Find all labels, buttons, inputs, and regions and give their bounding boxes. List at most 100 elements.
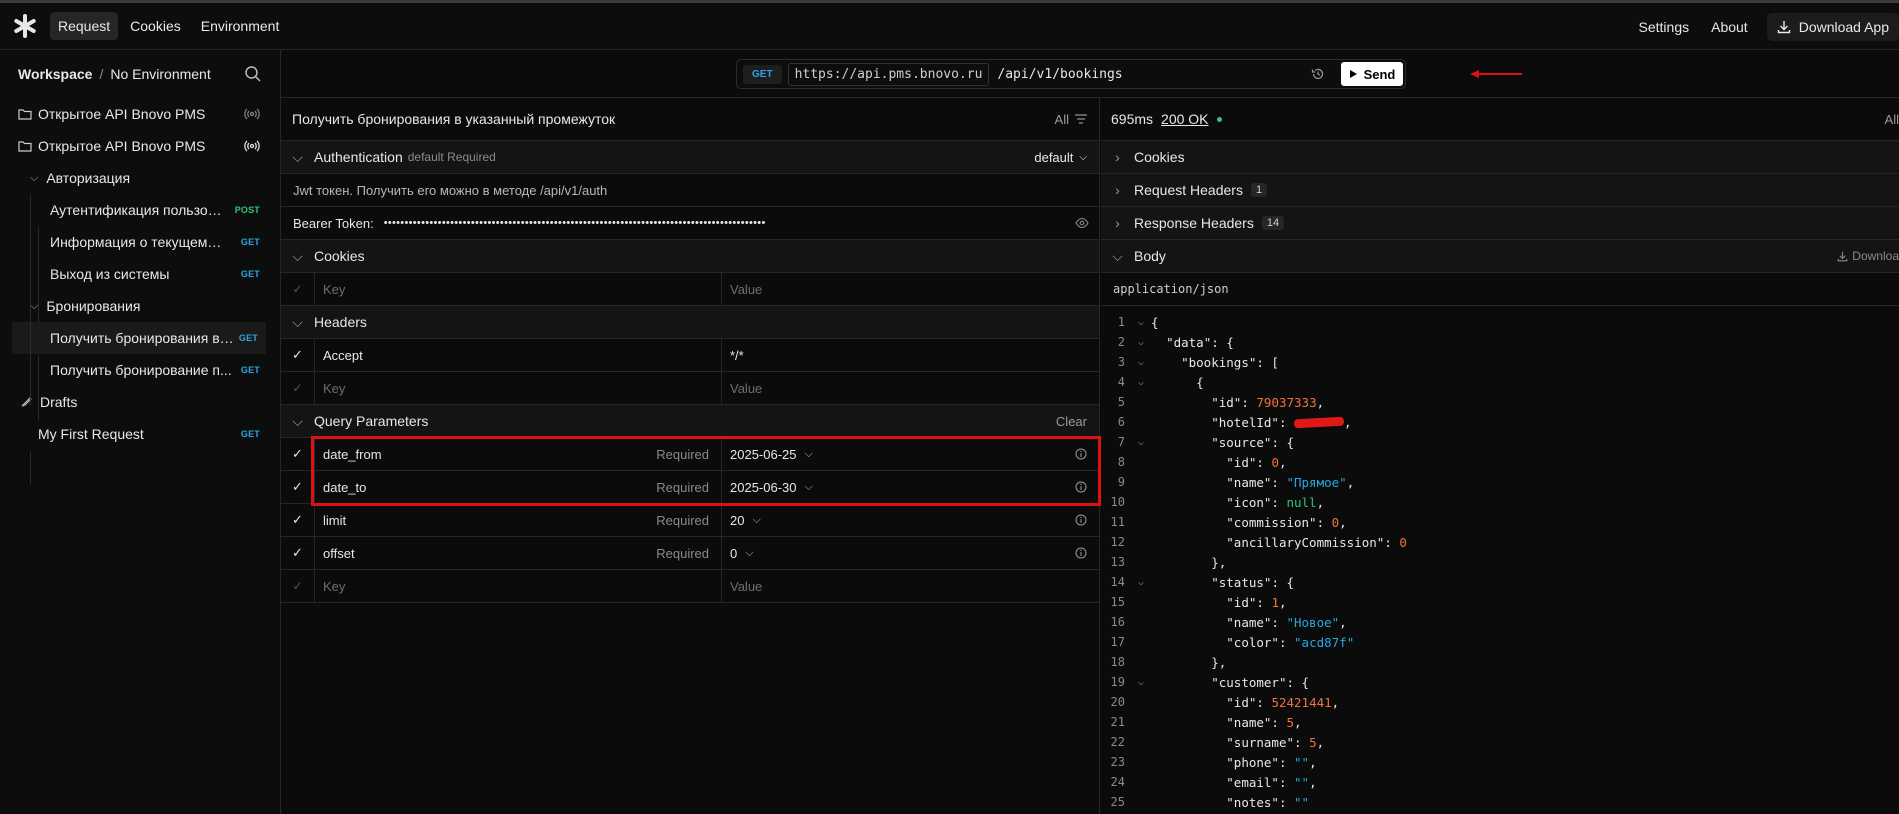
method-select[interactable]: GET — [743, 64, 782, 84]
key-input[interactable]: date_to Required — [314, 471, 721, 503]
clear-button[interactable]: Clear — [1056, 414, 1087, 429]
headers-section-header[interactable]: ⌵ Headers — [281, 306, 1099, 339]
row-checkbox[interactable]: ✓ — [281, 339, 314, 371]
about-link[interactable]: About — [1702, 13, 1757, 41]
value-input[interactable]: 0 ⌵ — [721, 537, 1099, 569]
environment-label[interactable]: No Environment — [110, 66, 210, 82]
chevron-down-icon[interactable]: ⌵ — [752, 514, 760, 527]
sidebar-request-item[interactable]: Выход из системы GET — [0, 258, 280, 290]
value-input[interactable]: 2025-06-25 ⌵ — [721, 438, 1099, 470]
history-icon[interactable] — [1311, 67, 1325, 81]
sidebar-request-item-selected[interactable]: Получить бронирования в ... GET — [12, 322, 266, 354]
key-input[interactable]: Key — [314, 273, 721, 305]
send-button[interactable]: Send — [1341, 62, 1403, 86]
url-input-group: GET https://api.pms.bnovo.ru /api/v1/boo… — [736, 59, 1406, 89]
sidebar-folder-bookings[interactable]: ⌵ Бронирования — [0, 290, 280, 322]
sidebar-drafts[interactable]: Drafts — [0, 386, 280, 418]
json-token: : — [1256, 454, 1272, 470]
value-input[interactable]: Value — [721, 273, 1099, 305]
fold-chevron-icon[interactable]: ⌵ — [1131, 337, 1151, 348]
sidebar-request-item[interactable]: Получить бронирование п... GET — [0, 354, 280, 386]
sidebar-folder-auth[interactable]: ⌵ Авторизация — [0, 162, 280, 194]
sidebar-request-item[interactable]: Аутентификация пользов... POST — [0, 194, 280, 226]
value-input[interactable]: Value — [721, 570, 1099, 602]
auth-section-header[interactable]: ⌵ Authentication default Required defaul… — [281, 141, 1099, 174]
query-section-header[interactable]: ⌵ Query Parameters Clear — [281, 405, 1099, 438]
chevron-down-icon[interactable]: ⌵ — [745, 547, 753, 560]
value-input[interactable]: 2025-06-30 ⌵ — [721, 471, 1099, 503]
sidebar-collection[interactable]: Открытое API Bnovo PMS — [0, 98, 280, 130]
response-filter[interactable]: All — [1885, 112, 1899, 127]
row-checkbox[interactable]: ✓ — [281, 570, 314, 602]
nav-request[interactable]: Request — [50, 12, 119, 40]
url-path-input[interactable]: /api/v1/bookings — [997, 67, 1122, 82]
row-checkbox[interactable]: ✓ — [281, 273, 314, 305]
sidebar-collection[interactable]: Открытое API Bnovo PMS — [0, 130, 280, 162]
info-icon[interactable] — [1075, 481, 1087, 493]
check-icon: ✓ — [292, 347, 303, 362]
line-number: 20 — [1110, 695, 1125, 709]
key-input[interactable]: offset Required — [314, 537, 721, 569]
request-headers-header[interactable]: › Request Headers 1 — [1101, 174, 1899, 207]
base-url-variable[interactable]: https://api.pms.bnovo.ru — [787, 62, 990, 86]
json-viewer[interactable]: 1 ⌵{2 ⌵ "data": {3 ⌵ "bookings": [4 ⌵ {5 "id… — [1101, 306, 1899, 812]
request-filter[interactable]: All — [1055, 112, 1087, 127]
broadcast-icon[interactable] — [244, 106, 260, 122]
fold-chevron-icon[interactable]: ⌵ — [1131, 317, 1151, 328]
chevron-down-icon: ⌵ — [292, 247, 303, 264]
response-headers-header[interactable]: › Response Headers 14 — [1101, 207, 1899, 240]
chevron-down-icon[interactable]: ⌵ — [805, 481, 813, 494]
app-logo-icon[interactable] — [12, 13, 38, 39]
row-checkbox[interactable]: ✓ — [281, 438, 314, 470]
workspace-label[interactable]: Workspace — [18, 66, 92, 82]
chevron-down-icon[interactable]: ⌵ — [805, 448, 813, 461]
info-icon[interactable] — [1075, 547, 1087, 559]
collection-label: Открытое API Bnovo PMS — [38, 138, 206, 154]
fold-chevron-icon[interactable]: ⌵ — [1131, 437, 1151, 448]
key-input[interactable]: Key — [314, 372, 721, 404]
request-title[interactable]: Получить бронирования в указанный промеж… — [292, 111, 615, 127]
key-input[interactable]: date_from Required — [314, 438, 721, 470]
auth-description: Jwt токен. Получить его можно в методе /… — [281, 174, 1099, 207]
row-checkbox[interactable]: ✓ — [281, 504, 314, 536]
broadcast-icon[interactable] — [244, 138, 260, 154]
tree-guide-line — [30, 452, 31, 484]
fold-chevron-icon[interactable]: ⌵ — [1131, 377, 1151, 388]
download-body-button[interactable]: Downloa — [1837, 249, 1899, 263]
body-header[interactable]: ⌵ Body Downloa — [1101, 240, 1899, 273]
auth-mode-select[interactable]: default ⌵ — [1034, 150, 1087, 165]
line-number: 15 — [1110, 595, 1125, 609]
bearer-token-input[interactable]: ••••••••••••••••••••••••••••••••••••••••… — [384, 217, 766, 229]
response-pane: 695ms 200 OK All › Cookies › Request Hea… — [1101, 98, 1899, 814]
value-input[interactable]: */* — [721, 339, 1099, 371]
info-icon[interactable] — [1075, 448, 1087, 460]
row-checkbox[interactable]: ✓ — [281, 471, 314, 503]
value-input[interactable]: Value — [721, 372, 1099, 404]
sidebar-request-item[interactable]: Информация о текущем п... GET — [0, 226, 280, 258]
sidebar-request-item[interactable]: My First Request GET — [0, 418, 280, 450]
row-checkbox[interactable]: ✓ — [281, 537, 314, 569]
settings-link[interactable]: Settings — [1630, 13, 1699, 41]
nav-cookies[interactable]: Cookies — [122, 12, 189, 40]
row-checkbox[interactable]: ✓ — [281, 372, 314, 404]
eye-icon[interactable] — [1075, 217, 1089, 229]
key-input[interactable]: Key — [314, 570, 721, 602]
chevron-right-icon: › — [1115, 182, 1120, 198]
download-app-button[interactable]: Download App — [1766, 12, 1899, 41]
cookies-section-header[interactable]: ⌵ Cookies — [281, 240, 1099, 273]
response-cookies-header[interactable]: › Cookies — [1101, 141, 1899, 174]
nav-environment[interactable]: Environment — [193, 12, 288, 40]
fold-chevron-icon[interactable]: ⌵ — [1131, 357, 1151, 368]
value-input[interactable]: 20 ⌵ — [721, 504, 1099, 536]
fold-chevron-icon[interactable]: ⌵ — [1131, 577, 1151, 588]
search-icon[interactable] — [244, 65, 262, 83]
fold-chevron-icon[interactable]: ⌵ — [1131, 677, 1151, 688]
key-input[interactable]: Accept — [314, 339, 721, 371]
info-icon[interactable] — [1075, 514, 1087, 526]
json-token: "notes" — [1226, 794, 1279, 810]
json-line: 16 "name": "Новое", — [1101, 612, 1899, 632]
key-input[interactable]: limit Required — [314, 504, 721, 536]
